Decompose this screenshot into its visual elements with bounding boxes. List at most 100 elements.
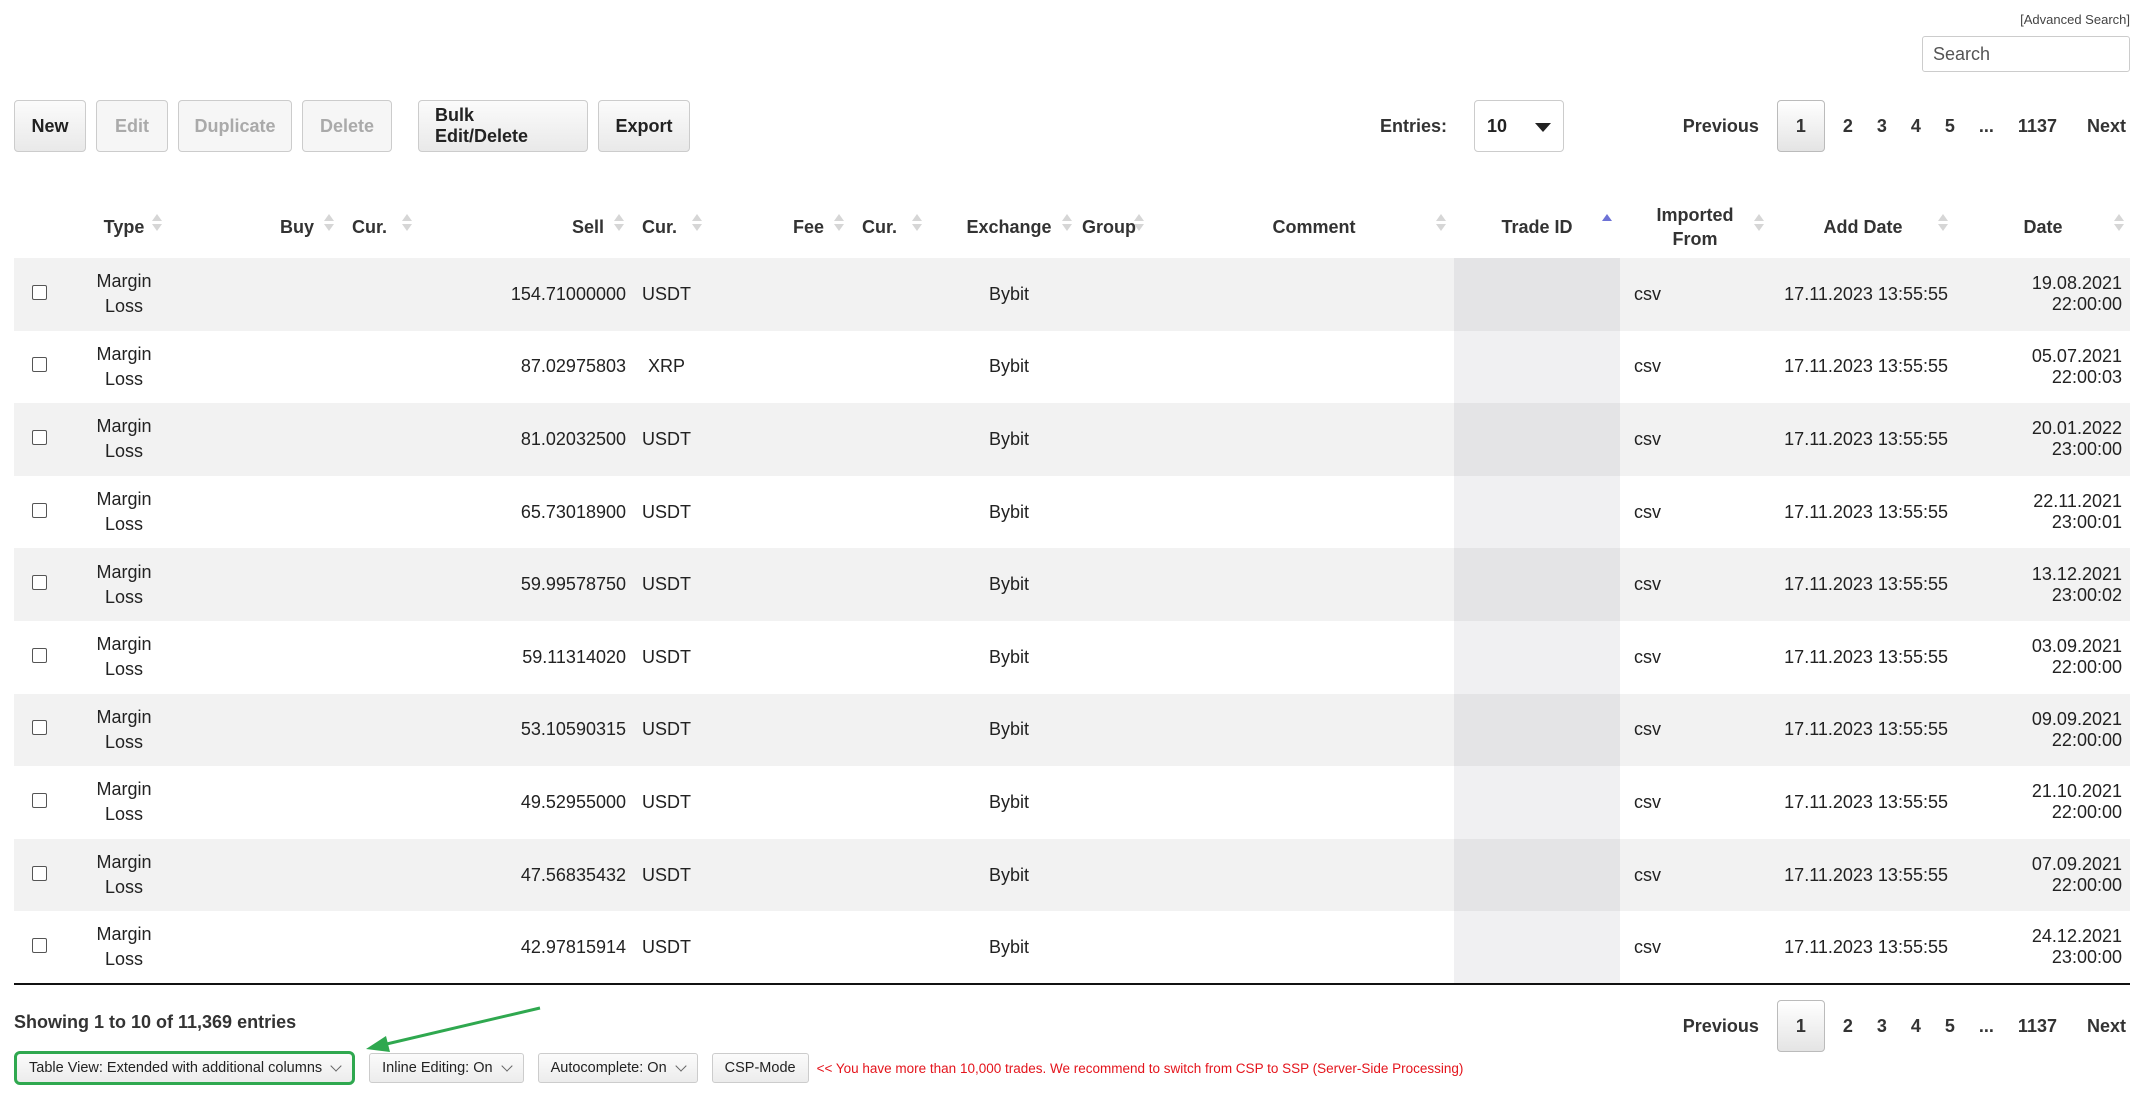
pagination-page-last[interactable]: 1137 xyxy=(2006,1000,2069,1052)
sort-icon xyxy=(1754,214,1764,236)
comment-cell xyxy=(1174,258,1454,331)
pagination-page-3[interactable]: 3 xyxy=(1865,100,1899,152)
pagination-page-1[interactable]: 1 xyxy=(1776,1000,1825,1052)
col-group[interactable]: Group xyxy=(1074,196,1174,258)
add-date-cell: 17.11.2023 13:55:55 xyxy=(1770,620,1956,694)
table-row[interactable]: Margin Loss 49.52955000 USDT Bybit csv 17… xyxy=(14,766,2130,839)
new-button[interactable]: New xyxy=(14,100,86,152)
table-row[interactable]: Margin Loss 87.02975803 XRP Bybit csv 17.… xyxy=(14,330,2130,404)
date-cell: 22.11.2021 23:00:01 xyxy=(1956,475,2130,549)
row-checkbox[interactable] xyxy=(14,403,64,476)
table-row[interactable]: Margin Loss 59.11314020 USDT Bybit csv 17… xyxy=(14,620,2130,694)
trade-id-cell xyxy=(1454,766,1620,839)
row-checkbox[interactable] xyxy=(14,911,64,985)
buy-cur-cell xyxy=(344,620,434,694)
edit-button[interactable]: Edit xyxy=(96,100,168,152)
fee-cell xyxy=(724,838,854,912)
col-buy[interactable]: Buy xyxy=(184,196,344,258)
add-date-cell: 17.11.2023 13:55:55 xyxy=(1770,911,1956,985)
col-type[interactable]: Type xyxy=(64,196,184,258)
type-cell: Margin Loss xyxy=(64,403,184,476)
pagination-previous[interactable]: Previous xyxy=(1671,100,1771,152)
pagination-previous[interactable]: Previous xyxy=(1671,1000,1771,1052)
row-checkbox[interactable] xyxy=(14,330,64,404)
table-row[interactable]: Margin Loss 47.56835432 USDT Bybit csv 17… xyxy=(14,838,2130,912)
export-button[interactable]: Export xyxy=(598,100,690,152)
csp-mode-button[interactable]: CSP-Mode xyxy=(711,1053,809,1083)
type-cell: Margin Loss xyxy=(64,258,184,331)
col-comment[interactable]: Comment xyxy=(1174,196,1454,258)
imported-from-cell: csv xyxy=(1620,693,1770,767)
col-trade-id[interactable]: Trade ID xyxy=(1454,196,1620,258)
table-view-dropdown[interactable]: Table View: Extended with additional col… xyxy=(14,1051,356,1085)
type-cell: Margin Loss xyxy=(64,766,184,839)
buy-cur-cell xyxy=(344,475,434,549)
group-cell xyxy=(1074,403,1174,476)
buy-cell xyxy=(184,766,344,839)
col-imported-from[interactable]: Imported From xyxy=(1620,196,1770,258)
date-cell: 24.12.2021 23:00:00 xyxy=(1956,911,2130,985)
csp-warning-text: << You have more than 10,000 trades. We … xyxy=(816,1060,1464,1076)
row-checkbox[interactable] xyxy=(14,693,64,767)
col-fee-cur[interactable]: Cur. xyxy=(854,196,944,258)
buy-cur-cell xyxy=(344,766,434,839)
pagination-page-4[interactable]: 4 xyxy=(1899,100,1933,152)
pagination-page-4[interactable]: 4 xyxy=(1899,1000,1933,1052)
pagination-page-3[interactable]: 3 xyxy=(1865,1000,1899,1052)
pagination-page-2[interactable]: 2 xyxy=(1831,1000,1865,1052)
sort-icon xyxy=(324,214,334,236)
pagination-next[interactable]: Next xyxy=(2075,100,2138,152)
pagination-page-5[interactable]: 5 xyxy=(1933,100,1967,152)
row-checkbox[interactable] xyxy=(14,838,64,912)
col-sell[interactable]: Sell xyxy=(434,196,634,258)
table-row[interactable]: Margin Loss 59.99578750 USDT Bybit csv 17… xyxy=(14,548,2130,621)
table-row[interactable]: Margin Loss 81.02032500 USDT Bybit csv 17… xyxy=(14,403,2130,476)
pagination-page-last[interactable]: 1137 xyxy=(2006,100,2069,152)
autocomplete-dropdown[interactable]: Autocomplete: On xyxy=(537,1053,698,1083)
duplicate-button[interactable]: Duplicate xyxy=(178,100,292,152)
sell-cur-cell: USDT xyxy=(634,403,724,476)
chevron-down-icon xyxy=(500,1060,513,1072)
sell-cur-cell: USDT xyxy=(634,620,724,694)
buy-cur-cell xyxy=(344,911,434,985)
entries-select[interactable]: 10 xyxy=(1474,100,1564,152)
pagination-page-2[interactable]: 2 xyxy=(1831,100,1865,152)
pagination-page-5[interactable]: 5 xyxy=(1933,1000,1967,1052)
bulk-edit-delete-button[interactable]: Bulk Edit/Delete xyxy=(418,100,588,152)
add-date-cell: 17.11.2023 13:55:55 xyxy=(1770,838,1956,912)
row-checkbox[interactable] xyxy=(14,548,64,621)
buy-cur-cell xyxy=(344,548,434,621)
table-view-label: Table View: Extended with additional col… xyxy=(29,1060,323,1076)
pagination-next[interactable]: Next xyxy=(2075,1000,2138,1052)
row-checkbox[interactable] xyxy=(14,766,64,839)
table-row[interactable]: Margin Loss 65.73018900 USDT Bybit csv 17… xyxy=(14,475,2130,549)
col-add-date[interactable]: Add Date xyxy=(1770,196,1956,258)
fee-cur-cell xyxy=(854,766,944,839)
table-row[interactable]: Margin Loss 53.10590315 USDT Bybit csv 17… xyxy=(14,693,2130,767)
add-date-cell: 17.11.2023 13:55:55 xyxy=(1770,330,1956,404)
col-buy-cur[interactable]: Cur. xyxy=(344,196,434,258)
col-sell-cur[interactable]: Cur. xyxy=(634,196,724,258)
sell-cell: 42.97815914 xyxy=(434,911,634,985)
add-date-cell: 17.11.2023 13:55:55 xyxy=(1770,403,1956,476)
advanced-search-link[interactable]: [Advanced Search] xyxy=(2020,12,2130,27)
table-options-bar: Table View: Extended with additional col… xyxy=(14,1051,1464,1085)
sell-cur-cell: USDT xyxy=(634,475,724,549)
exchange-cell: Bybit xyxy=(944,475,1074,549)
trade-id-cell xyxy=(1454,838,1620,912)
row-checkbox[interactable] xyxy=(14,620,64,694)
pagination-page-1[interactable]: 1 xyxy=(1776,100,1825,152)
col-fee[interactable]: Fee xyxy=(724,196,854,258)
delete-button[interactable]: Delete xyxy=(302,100,392,152)
inline-editing-dropdown[interactable]: Inline Editing: On xyxy=(369,1053,524,1083)
col-date[interactable]: Date xyxy=(1956,196,2130,258)
table-row[interactable]: Margin Loss 154.71000000 USDT Bybit csv 1… xyxy=(14,258,2130,331)
table-row[interactable]: Margin Loss 42.97815914 USDT Bybit csv 17… xyxy=(14,911,2130,985)
pagination-ellipsis: ... xyxy=(1978,115,1994,136)
col-exchange[interactable]: Exchange xyxy=(944,196,1074,258)
add-date-cell: 17.11.2023 13:55:55 xyxy=(1770,693,1956,767)
row-checkbox[interactable] xyxy=(14,258,64,331)
exchange-cell: Bybit xyxy=(944,258,1074,331)
search-input[interactable] xyxy=(1922,36,2130,72)
row-checkbox[interactable] xyxy=(14,475,64,549)
